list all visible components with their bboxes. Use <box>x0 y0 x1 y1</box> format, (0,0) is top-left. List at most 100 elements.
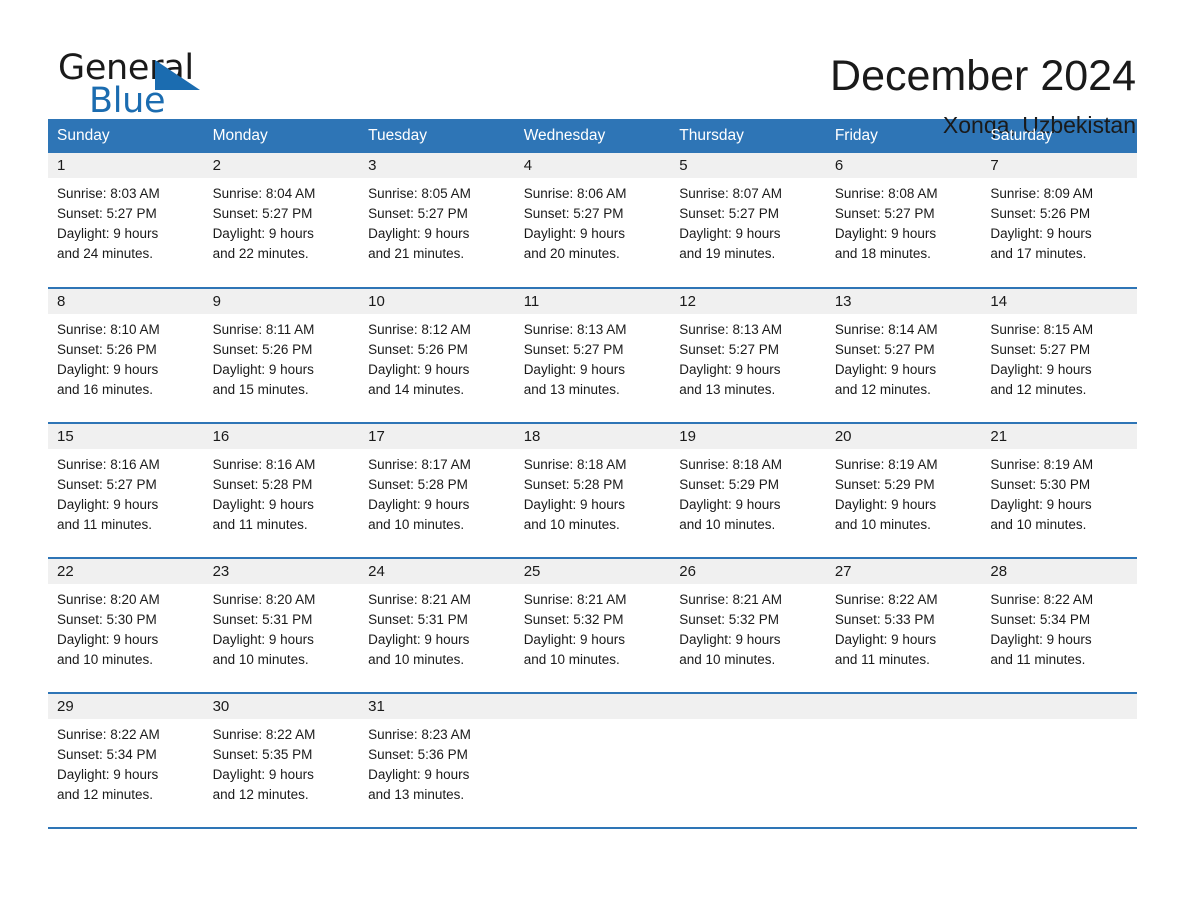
day-cell-inner: 15 Sunrise: 8:16 AM Sunset: 5:27 PM Dayligh… <box>48 424 204 557</box>
calendar-day-cell[interactable]: 23 Sunrise: 8:20 AM Sunset: 5:31 PM Dayligh… <box>203 557 360 693</box>
daylight-text-line1: Daylight: 9 hours <box>679 632 781 647</box>
calendar-day-cell[interactable]: 17 Sunrise: 8:17 AM Sunset: 5:28 PM Dayligh… <box>359 422 515 558</box>
daylight-text-line1: Daylight: 9 hours <box>834 632 937 647</box>
daylight-text-line1: Daylight: 9 hours <box>834 362 937 377</box>
calendar-day-cell[interactable]: 3 Sunrise: 8:05 AM Sunset: 5:27 PM Daylight… <box>359 153 515 288</box>
sunrise-text: Sunrise: 8:22 AM <box>212 727 316 742</box>
calendar-day-cell[interactable]: 12 Sunrise: 8:13 AM Sunset: 5:27 PM Dayligh… <box>670 287 826 423</box>
calendar-day-cell[interactable]: 8 Sunrise: 8:10 AM Sunset: 5:26 PM Daylight… <box>48 287 204 423</box>
day-number-band: 2 <box>203 153 360 178</box>
daylight-text-line1: Daylight: 9 hours <box>212 632 314 647</box>
daylight-text-line2: and 13 minutes. <box>679 382 776 397</box>
calendar-day-cell[interactable]: 16 Sunrise: 8:16 AM Sunset: 5:28 PM Dayligh… <box>203 422 360 558</box>
sunrise-text: Sunrise: 8:18 AM <box>679 457 783 472</box>
calendar-container: Sunday Monday Tuesday Wednesday Thursday… <box>48 119 1137 829</box>
calendar-week-row: 8 Sunrise: 8:10 AM Sunset: 5:26 PM Daylight… <box>48 287 1137 423</box>
day-cell-details: Sunrise: 8:22 AM Sunset: 5:34 PM Daylight:… <box>981 584 1137 670</box>
daylight-text-line2: and 12 minutes. <box>834 382 931 397</box>
day-number-band: 4 <box>514 153 671 178</box>
sunset-text: Sunset: 5:33 PM <box>834 612 935 627</box>
day-cell-details: Sunrise: 8:11 AM Sunset: 5:26 PM Daylight:… <box>204 314 360 400</box>
daylight-text-line2: and 11 minutes. <box>834 652 930 667</box>
day-cell-inner: 12 Sunrise: 8:13 AM Sunset: 5:27 PM Dayligh… <box>670 289 826 422</box>
day-cell-details: Sunrise: 8:23 AM Sunset: 5:36 PM Daylight:… <box>359 719 515 805</box>
sunset-text: Sunset: 5:27 PM <box>834 342 935 357</box>
daylight-text-line2: and 10 minutes. <box>523 517 620 532</box>
day-number-band: 28 <box>981 559 1137 584</box>
calendar-day-cell[interactable]: 26 Sunrise: 8:21 AM Sunset: 5:32 PM Dayligh… <box>670 557 826 693</box>
calendar-day-cell[interactable]: 24 Sunrise: 8:21 AM Sunset: 5:31 PM Dayligh… <box>359 557 515 693</box>
sunrise-text: Sunrise: 8:08 AM <box>834 186 938 201</box>
day-number-band: 25 <box>514 559 671 584</box>
sunrise-text: Sunrise: 8:16 AM <box>57 457 160 472</box>
day-number-band: 20 <box>825 424 982 449</box>
calendar-day-cell[interactable]: 29 Sunrise: 8:22 AM Sunset: 5:34 PM Dayligh… <box>48 692 204 829</box>
calendar-day-cell[interactable]: 13 Sunrise: 8:14 AM Sunset: 5:27 PM Dayligh… <box>825 287 982 423</box>
calendar-day-cell[interactable]: 19 Sunrise: 8:18 AM Sunset: 5:29 PM Dayligh… <box>670 422 826 558</box>
calendar-day-cell[interactable]: 27 Sunrise: 8:22 AM Sunset: 5:33 PM Dayligh… <box>825 557 982 693</box>
daylight-text-line1: Daylight: 9 hours <box>57 632 159 647</box>
calendar-day-cell[interactable]: 18 Sunrise: 8:18 AM Sunset: 5:28 PM Dayligh… <box>514 422 671 558</box>
daylight-text-line1: Daylight: 9 hours <box>834 497 937 512</box>
daylight-text-line1: Daylight: 9 hours <box>57 362 159 377</box>
day-cell-inner: 31 Sunrise: 8:23 AM Sunset: 5:36 PM Dayligh… <box>359 694 515 827</box>
calendar-day-cell[interactable]: 21 Sunrise: 8:19 AM Sunset: 5:30 PM Dayligh… <box>981 422 1137 558</box>
calendar-day-cell[interactable]: 1 Sunrise: 8:03 AM Sunset: 5:27 PM Daylight… <box>48 153 204 288</box>
calendar-day-cell[interactable]: 10 Sunrise: 8:12 AM Sunset: 5:26 PM Dayligh… <box>359 287 515 423</box>
sunset-text: Sunset: 5:29 PM <box>834 477 935 492</box>
calendar-day-cell[interactable]: 11 Sunrise: 8:13 AM Sunset: 5:27 PM Dayligh… <box>514 287 671 423</box>
calendar-day-cell[interactable]: 28 Sunrise: 8:22 AM Sunset: 5:34 PM Dayligh… <box>981 557 1137 693</box>
day-cell-details: Sunrise: 8:04 AM Sunset: 5:27 PM Daylight:… <box>204 178 360 264</box>
day-cell-details: Sunrise: 8:22 AM Sunset: 5:34 PM Daylight:… <box>48 719 204 805</box>
sunrise-text: Sunrise: 8:14 AM <box>834 322 938 337</box>
day-number-band: 31 <box>359 694 515 719</box>
calendar-day-cell[interactable]: 14 Sunrise: 8:15 AM Sunset: 5:27 PM Dayligh… <box>981 287 1137 423</box>
calendar-day-cell[interactable]: 30 Sunrise: 8:22 AM Sunset: 5:35 PM Dayligh… <box>203 692 360 829</box>
day-cell-inner: 24 Sunrise: 8:21 AM Sunset: 5:31 PM Dayligh… <box>359 559 515 692</box>
general-blue-logo[interactable]: General Blue <box>58 48 248 121</box>
daylight-text-line2: and 10 minutes. <box>679 652 776 667</box>
sunset-text: Sunset: 5:34 PM <box>57 747 157 762</box>
calendar-day-cell[interactable]: 25 Sunrise: 8:21 AM Sunset: 5:32 PM Dayligh… <box>514 557 671 693</box>
daylight-text-line1: Daylight: 9 hours <box>57 767 159 782</box>
page-header: General Blue December 2024 Xonqa, Uzbeki… <box>0 0 1188 138</box>
day-number: 17 <box>368 427 385 445</box>
daylight-text-line2: and 13 minutes. <box>368 787 465 802</box>
calendar-day-cell[interactable]: 2 Sunrise: 8:04 AM Sunset: 5:27 PM Daylight… <box>203 153 360 288</box>
day-cell-inner: 1 Sunrise: 8:03 AM Sunset: 5:27 PM Daylight… <box>48 153 204 287</box>
calendar-day-cell[interactable]: 7 Sunrise: 8:09 AM Sunset: 5:26 PM Daylight… <box>981 153 1137 288</box>
day-cell-details: Sunrise: 8:21 AM Sunset: 5:32 PM Daylight:… <box>515 584 671 670</box>
calendar-day-cell[interactable]: 9 Sunrise: 8:11 AM Sunset: 5:26 PM Daylight… <box>203 287 360 423</box>
sunset-text: Sunset: 5:31 PM <box>368 612 468 627</box>
sunset-text: Sunset: 5:27 PM <box>57 206 157 221</box>
calendar-day-cell[interactable]: 5 Sunrise: 8:07 AM Sunset: 5:27 PM Daylight… <box>670 153 826 288</box>
day-cell-details: Sunrise: 8:19 AM Sunset: 5:29 PM Daylight:… <box>826 449 982 535</box>
calendar-day-cell[interactable]: 15 Sunrise: 8:16 AM Sunset: 5:27 PM Dayligh… <box>48 422 204 558</box>
daylight-text-line2: and 11 minutes. <box>212 517 308 532</box>
daylight-text-line2: and 10 minutes. <box>368 517 465 532</box>
day-cell-inner: 10 Sunrise: 8:12 AM Sunset: 5:26 PM Dayligh… <box>359 289 515 422</box>
daylight-text-line1: Daylight: 9 hours <box>523 362 625 377</box>
daylight-text-line1: Daylight: 9 hours <box>990 632 1092 647</box>
day-cell-details: Sunrise: 8:18 AM Sunset: 5:28 PM Daylight:… <box>515 449 671 535</box>
calendar-day-cell[interactable]: 6 Sunrise: 8:08 AM Sunset: 5:27 PM Daylight… <box>825 153 982 288</box>
sunset-text: Sunset: 5:28 PM <box>523 477 624 492</box>
day-cell-details: Sunrise: 8:03 AM Sunset: 5:27 PM Daylight:… <box>48 178 204 264</box>
day-number-band <box>825 694 982 719</box>
calendar-day-cell[interactable]: 22 Sunrise: 8:20 AM Sunset: 5:30 PM Dayligh… <box>48 557 204 693</box>
day-cell-inner: 29 Sunrise: 8:22 AM Sunset: 5:34 PM Dayligh… <box>48 694 204 827</box>
daylight-text-line2: and 15 minutes. <box>212 382 309 397</box>
sunrise-text: Sunrise: 8:10 AM <box>57 322 160 337</box>
daylight-text-line1: Daylight: 9 hours <box>990 497 1092 512</box>
day-number-band: 10 <box>359 289 515 314</box>
sunset-text: Sunset: 5:27 PM <box>990 342 1091 357</box>
sunrise-text: Sunrise: 8:22 AM <box>834 592 938 607</box>
sunrise-text: Sunrise: 8:03 AM <box>57 186 160 201</box>
calendar-day-cell[interactable]: 20 Sunrise: 8:19 AM Sunset: 5:29 PM Dayligh… <box>825 422 982 558</box>
calendar-day-cell[interactable]: 4 Sunrise: 8:06 AM Sunset: 5:27 PM Daylight… <box>514 153 671 288</box>
day-number: 31 <box>368 697 385 715</box>
day-cell-inner: 5 Sunrise: 8:07 AM Sunset: 5:27 PM Daylight… <box>670 153 826 287</box>
calendar-day-cell[interactable]: 31 Sunrise: 8:23 AM Sunset: 5:36 PM Dayligh… <box>359 692 515 829</box>
day-number: 14 <box>990 292 1008 310</box>
day-cell-inner <box>825 694 982 827</box>
